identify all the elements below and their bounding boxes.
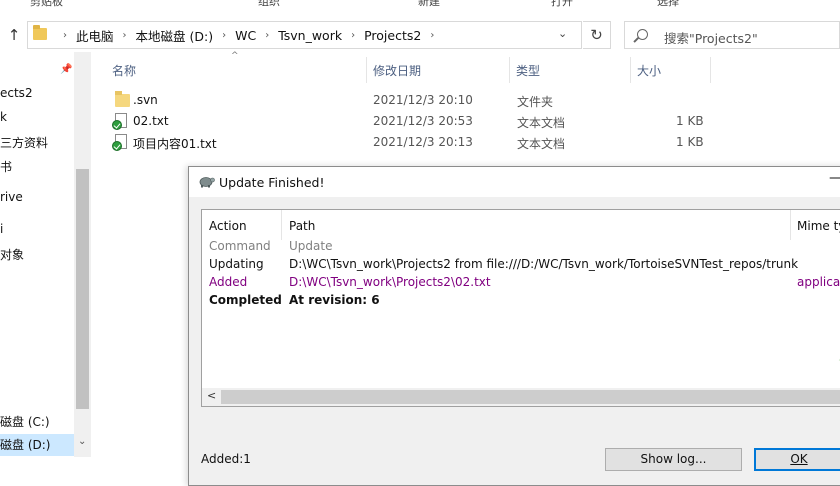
column-divider[interactable] <box>630 57 631 83</box>
search-input[interactable]: 搜索"Projects2" <box>624 21 840 49</box>
result-path: D:\WC\Tsvn_work\Projects2 from file:///D… <box>289 257 799 271</box>
ribbon-group-clipboard: 剪贴板 <box>30 0 63 8</box>
breadcrumb-projects2[interactable]: Projects2 <box>364 28 421 43</box>
nav-item[interactable]: i <box>0 222 3 236</box>
column-divider[interactable] <box>366 57 367 83</box>
update-results-list[interactable]: Action Path Mime ty Command Update Updat… <box>201 209 840 407</box>
pin-icon[interactable]: 📌 <box>60 64 72 75</box>
file-type: 文件夹 <box>517 95 554 109</box>
column-header-type[interactable]: 类型 <box>516 62 540 79</box>
column-header-date[interactable]: 修改日期 <box>373 62 421 79</box>
column-header-size[interactable]: 大小 <box>637 62 661 79</box>
file-date: 2021/12/3 20:10 <box>373 93 473 107</box>
added-count-status: Added:1 <box>201 452 251 466</box>
chevron-down-icon[interactable]: ⌄ <box>78 436 86 447</box>
chevron-right-icon[interactable]: › <box>265 30 269 41</box>
breadcrumb-tsvn-work[interactable]: Tsvn_work <box>278 28 342 43</box>
file-size: 1 KB <box>676 135 704 149</box>
chevron-down-icon[interactable]: ⌄ <box>558 27 567 40</box>
nav-item[interactable]: 三方资料 <box>0 134 48 151</box>
file-name: 项目内容01.txt <box>133 137 217 151</box>
show-log-button[interactable]: Show log... <box>605 448 742 471</box>
horizontal-scrollbar[interactable]: < <box>202 388 840 406</box>
column-divider[interactable] <box>710 57 711 83</box>
nav-scrollbar[interactable]: ⌄ <box>74 52 91 457</box>
file-row[interactable]: .svn 2021/12/3 20:10 文件夹 <box>108 90 718 111</box>
nav-item[interactable]: k <box>0 110 7 124</box>
file-type: 文本文档 <box>517 137 566 151</box>
chevron-right-icon[interactable]: › <box>222 30 226 41</box>
column-divider[interactable] <box>509 57 510 83</box>
update-finished-dialog: Update Finished! — Action Path Mime ty C… <box>188 166 840 486</box>
result-path: D:\WC\Tsvn_work\Projects2\02.txt <box>289 275 491 289</box>
folder-icon <box>115 91 130 107</box>
ribbon-group-new: 新建 <box>418 0 440 8</box>
result-action: Command <box>209 239 271 253</box>
result-action: Updating <box>209 257 264 271</box>
minimize-button[interactable]: — <box>829 170 840 186</box>
svn-normal-text-file-icon <box>112 134 127 151</box>
ribbon-group-organize: 组织 <box>258 0 280 8</box>
folder-icon <box>33 25 47 40</box>
result-path: At revision: 6 <box>289 293 380 307</box>
tortoise-icon <box>199 177 215 188</box>
file-type: 文本文档 <box>517 116 566 130</box>
column-divider[interactable] <box>281 210 282 240</box>
chevron-right-icon[interactable]: › <box>351 30 355 41</box>
nav-item[interactable]: ects2 <box>0 86 33 100</box>
chevron-right-icon[interactable]: › <box>63 30 67 41</box>
chevron-left-icon[interactable]: < <box>207 389 216 402</box>
file-row[interactable]: 02.txt 2021/12/3 20:53 文本文档 1 KB <box>108 111 718 132</box>
breadcrumb: › 此电脑 › 本地磁盘 (D:) › WC › Tsvn_work › Pro… <box>54 22 443 48</box>
nav-scrollbar-thumb[interactable] <box>76 169 89 409</box>
breadcrumb-wc[interactable]: WC <box>235 28 256 43</box>
refresh-icon[interactable]: ↻ <box>583 21 611 49</box>
address-bar-row: ↑ › 此电脑 › 本地磁盘 (D:) › WC › Tsvn_work › P… <box>0 18 840 52</box>
address-bar[interactable]: › 此电脑 › 本地磁盘 (D:) › WC › Tsvn_work › Pro… <box>27 21 582 49</box>
file-date: 2021/12/3 20:13 <box>373 135 473 149</box>
file-size: 1 KB <box>676 114 704 128</box>
file-name: .svn <box>133 93 158 107</box>
search-icon <box>637 29 648 40</box>
file-name: 02.txt <box>133 114 169 128</box>
column-header-action[interactable]: Action <box>209 219 247 233</box>
nav-item[interactable]: 书 <box>0 158 12 175</box>
nav-item-drive-d[interactable]: 磁盘 (D:) <box>0 434 74 456</box>
search-placeholder: 搜索"Projects2" <box>664 31 758 46</box>
ok-button[interactable]: OK <box>754 448 840 471</box>
horizontal-scrollbar-thumb[interactable] <box>221 390 840 404</box>
result-action: Added <box>209 275 248 289</box>
result-action: Completed <box>209 293 282 307</box>
file-row[interactable]: 项目内容01.txt 2021/12/3 20:13 文本文档 1 KB <box>108 132 718 153</box>
ribbon-group-select: 选择 <box>657 0 679 8</box>
file-date: 2021/12/3 20:53 <box>373 114 473 128</box>
ribbon-group-open: 打开 <box>551 0 573 8</box>
nav-item-drive-c[interactable]: 磁盘 (C:) <box>0 413 50 430</box>
up-arrow-icon[interactable]: ↑ <box>4 26 24 44</box>
nav-item[interactable]: 对象 <box>0 246 24 263</box>
breadcrumb-local-disk-d[interactable]: 本地磁盘 (D:) <box>136 26 214 45</box>
column-header-name[interactable]: 名称 <box>112 62 136 79</box>
tortoise-watermark-icon <box>838 358 840 361</box>
chevron-right-icon[interactable]: › <box>123 30 127 41</box>
column-divider[interactable] <box>790 210 791 240</box>
column-header-path[interactable]: Path <box>289 219 315 233</box>
svn-normal-text-file-icon <box>112 113 127 130</box>
breadcrumb-this-pc[interactable]: 此电脑 <box>76 26 114 45</box>
dialog-title: Update Finished! <box>219 175 325 190</box>
nav-item[interactable]: rive <box>0 190 23 204</box>
sort-ascending-icon: ^ <box>231 51 239 61</box>
result-path: Update <box>289 239 333 253</box>
dialog-titlebar[interactable]: Update Finished! — <box>189 167 840 197</box>
chevron-right-icon[interactable]: › <box>430 30 434 41</box>
column-header-mime-type[interactable]: Mime ty <box>797 219 840 233</box>
